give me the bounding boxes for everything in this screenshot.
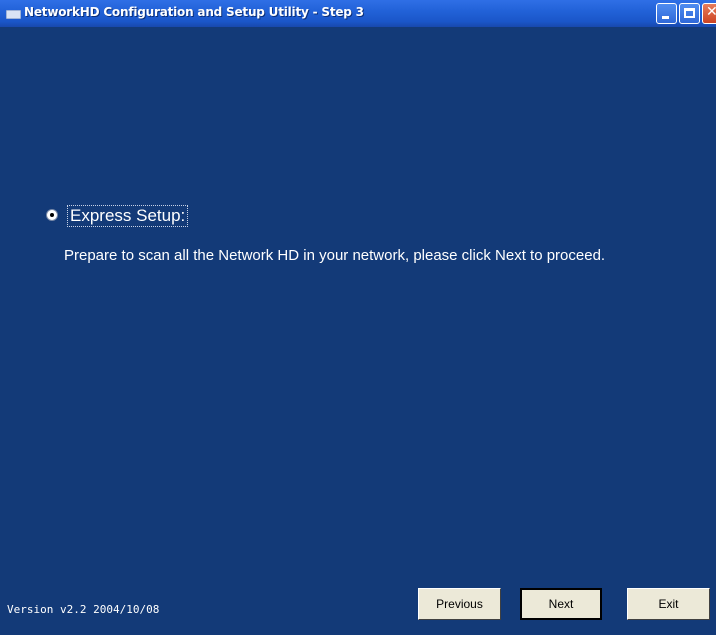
express-setup-radio[interactable] <box>46 209 58 221</box>
maximize-button[interactable] <box>679 3 700 24</box>
radio-selected-dot <box>50 213 54 217</box>
version-label: Version v2.2 2004/10/08 <box>7 603 160 616</box>
window-title: NetworkHD Configuration and Setup Utilit… <box>24 5 364 19</box>
next-button[interactable]: Next <box>520 588 602 620</box>
express-setup-label[interactable]: Express Setup: <box>67 205 189 227</box>
previous-button[interactable]: Previous <box>418 588 501 620</box>
minimize-button[interactable] <box>656 3 677 24</box>
setup-window: NetworkHD Configuration and Setup Utilit… <box>0 0 716 635</box>
title-bar[interactable]: NetworkHD Configuration and Setup Utilit… <box>0 0 716 27</box>
close-button[interactable] <box>702 3 716 24</box>
description-text: Prepare to scan all the Network HD in yo… <box>64 247 606 264</box>
app-icon <box>6 10 21 19</box>
exit-button[interactable]: Exit <box>627 588 710 620</box>
